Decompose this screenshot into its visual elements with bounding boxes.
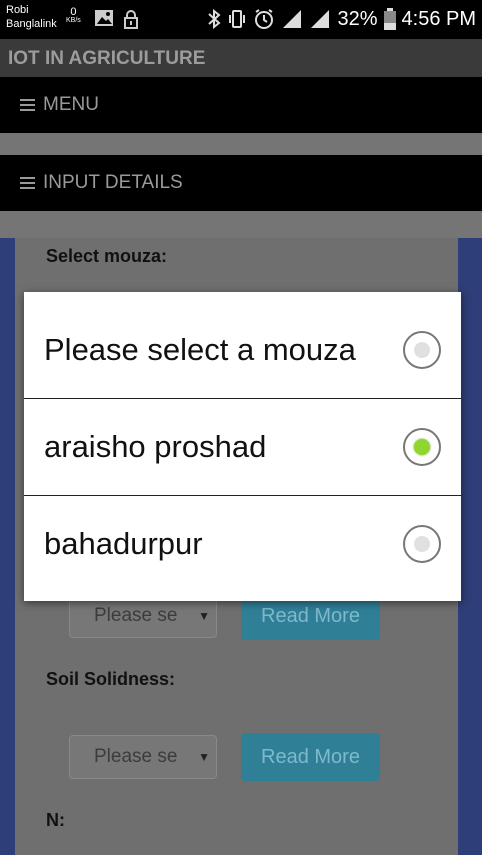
carrier-names: Robi Banglalink bbox=[6, 3, 57, 31]
divider bbox=[0, 133, 482, 155]
dropdown-arrow-icon: ▼ bbox=[198, 750, 210, 764]
network-speed: 0 KB/s bbox=[66, 7, 81, 25]
menu-bar[interactable]: MENU bbox=[0, 77, 482, 133]
mouza-option[interactable]: bahadurpur bbox=[24, 495, 461, 592]
radio-button-selected[interactable] bbox=[403, 428, 441, 466]
dropdown-placeholder: Please se bbox=[94, 746, 178, 767]
divider bbox=[0, 211, 482, 238]
input-details-label: INPUT DETAILS bbox=[43, 172, 183, 193]
mouza-selection-dialog: Please select a mouza araisho proshad ba… bbox=[24, 292, 461, 601]
select-mouza-label: Select mouza: bbox=[46, 246, 168, 266]
vibrate-icon bbox=[229, 10, 246, 28]
hamburger-icon bbox=[20, 174, 35, 192]
wifi-signal-icon bbox=[283, 10, 302, 28]
n-label: N: bbox=[46, 810, 65, 830]
option-label: araisho proshad bbox=[44, 429, 267, 464]
radio-button[interactable] bbox=[403, 330, 441, 369]
status-icons: 32% 4:56 PM bbox=[207, 7, 476, 31]
mouza-option[interactable]: araisho proshad bbox=[24, 398, 461, 495]
mouza-option[interactable]: Please select a mouza bbox=[24, 301, 461, 398]
option-label: bahadurpur bbox=[44, 526, 203, 561]
app-title: IOT IN AGRICULTURE bbox=[0, 39, 482, 77]
menu-label: MENU bbox=[43, 94, 99, 115]
status-bar: Robi Banglalink 0 KB/s 32% 4:56 PM bbox=[0, 0, 482, 39]
network-speed-unit: KB/s bbox=[66, 17, 81, 24]
bluetooth-icon bbox=[208, 9, 222, 29]
carrier-1: Robi bbox=[6, 4, 29, 16]
read-more-button[interactable]: Read More bbox=[241, 733, 380, 781]
option-label: Please select a mouza bbox=[44, 331, 356, 367]
dropdown-arrow-icon: ▼ bbox=[198, 609, 210, 623]
cell-signal-icon bbox=[311, 10, 330, 28]
carrier-2: Banglalink bbox=[6, 18, 57, 30]
battery-icon bbox=[383, 8, 396, 30]
input-details-bar[interactable]: INPUT DETAILS bbox=[0, 155, 482, 211]
battery-percentage: 32% bbox=[337, 7, 378, 30]
lock-icon bbox=[124, 10, 138, 29]
hamburger-icon bbox=[20, 96, 35, 114]
soil-solidness-label: Soil Solidness: bbox=[46, 669, 176, 689]
dropdown-placeholder: Please se bbox=[94, 605, 178, 626]
image-icon bbox=[95, 10, 113, 26]
clock: 4:56 PM bbox=[401, 7, 476, 30]
soil-solidness-select[interactable]: Please se ▼ bbox=[69, 735, 217, 779]
alarm-icon bbox=[255, 9, 274, 29]
radio-button[interactable] bbox=[403, 525, 441, 563]
